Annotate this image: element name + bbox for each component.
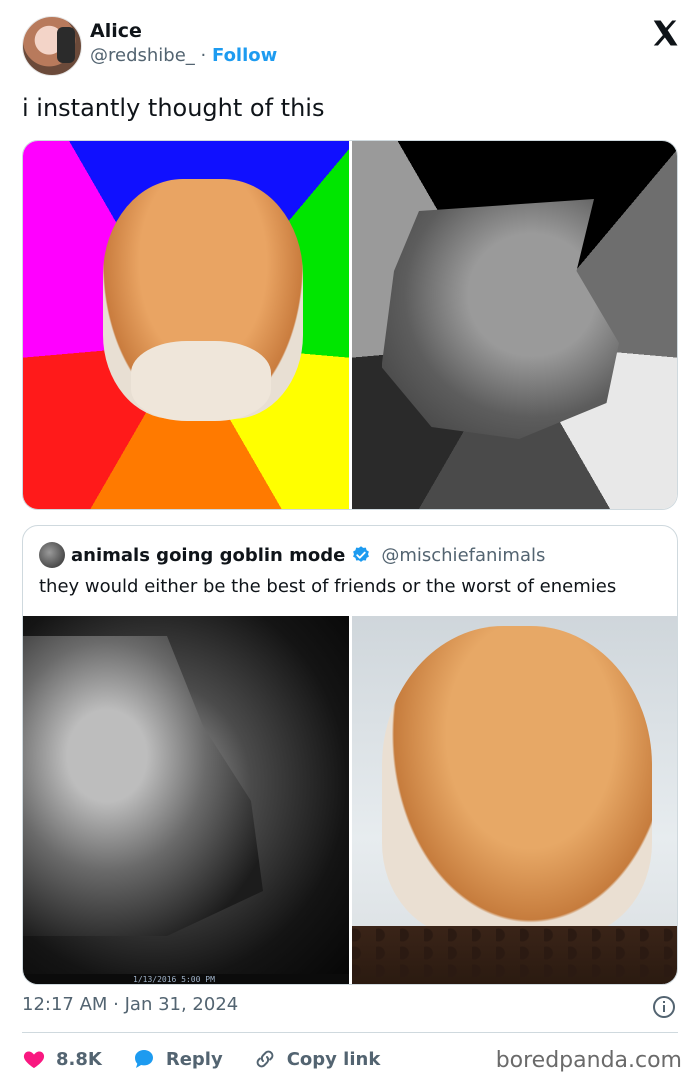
info-icon[interactable] [652,995,676,1019]
camera-timestamp: 1/13/2016 5:00 PM [23,974,349,984]
author-handle[interactable]: @redshibe_ [90,45,195,66]
verified-icon [353,546,370,562]
x-logo-icon[interactable] [650,18,680,48]
cat-feeding-image[interactable] [351,616,677,984]
cat-chin-illustration [131,341,271,421]
copy-link-button[interactable]: Copy link [253,1047,381,1071]
author-name[interactable]: Alice [90,20,277,42]
wolf-face-illustration [381,199,619,439]
like-button[interactable]: 8.8K [22,1047,102,1071]
quoted-avatar[interactable] [39,542,65,568]
quoted-media[interactable]: 1/13/2016 5:00 PM [23,616,677,984]
quoted-handle[interactable]: @mischiefanimals [381,545,545,566]
reply-button[interactable]: Reply [132,1047,223,1071]
watermark: boredpanda.com [495,1048,682,1073]
separator-dot: · [200,45,207,66]
link-icon [256,1050,274,1068]
reply-bubble-icon [134,1050,153,1068]
divider [22,1032,678,1033]
quoted-header: animals going goblin mode @mischiefanima… [39,542,545,568]
wolf-meme-image[interactable] [351,141,677,509]
copy-link-label: Copy link [286,1048,381,1070]
author-subline: @redshibe_ · Follow [90,45,277,66]
quoted-author-name[interactable]: animals going goblin mode [71,545,345,566]
wolf-camera-image[interactable]: 1/13/2016 5:00 PM [23,616,349,984]
reply-label: Reply [165,1048,223,1070]
tweet-timestamp[interactable]: 12:17 AM · Jan 31, 2024 [22,994,238,1015]
kibble-illustration [351,926,677,984]
tweet-text: i instantly thought of this [22,94,325,122]
follow-button[interactable]: Follow [212,45,277,66]
tweet-header: Alice @redshibe_ · Follow [22,16,682,78]
tweet-media[interactable] [22,140,678,510]
action-bar: 8.8K Reply Copy link [22,1044,380,1074]
cat-meme-image[interactable] [23,141,349,509]
quoted-tweet[interactable]: animals going goblin mode @mischiefanima… [22,525,678,985]
heart-icon [23,1051,45,1068]
author-block: Alice @redshibe_ · Follow [90,20,277,66]
like-count: 8.8K [56,1048,102,1070]
cat-photo-illustration [381,626,652,936]
author-avatar[interactable] [22,16,82,76]
quoted-text: they would either be the best of friends… [39,576,617,597]
wolf-night-illustration [23,636,263,936]
